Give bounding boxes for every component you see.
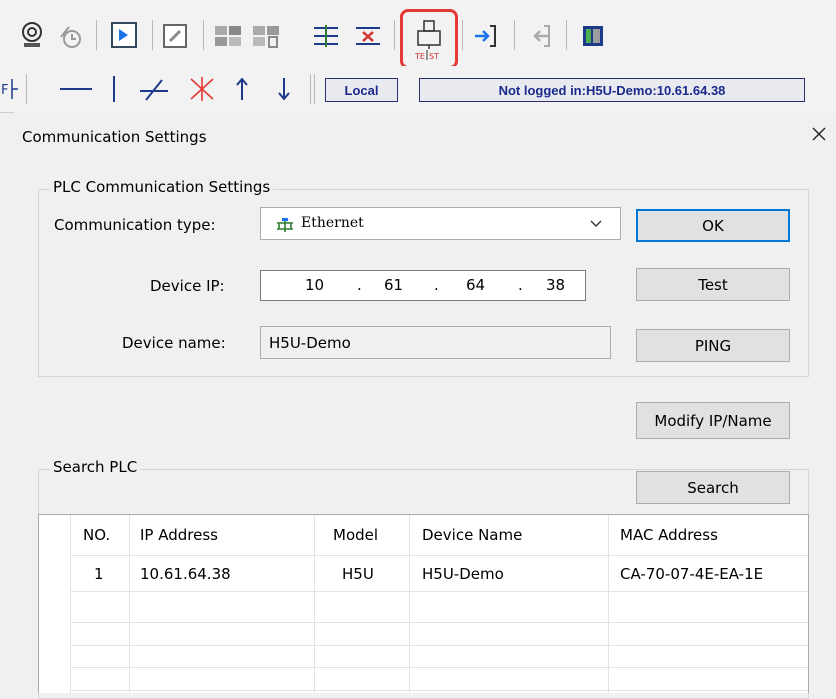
align-delete-icon[interactable] (352, 22, 384, 50)
main-toolbar: TE ST (0, 0, 836, 69)
dialog-title: Communication Settings (22, 128, 207, 146)
ip-dot: . (518, 276, 523, 294)
f-bracket-icon[interactable]: F (0, 74, 20, 104)
local-button[interactable]: Local (325, 78, 398, 102)
plc-settings-group-label: PLC Communication Settings (50, 178, 274, 196)
play-step-icon[interactable] (108, 20, 140, 50)
arrow-down-icon[interactable] (274, 74, 294, 104)
cross-delete-icon[interactable] (184, 74, 220, 104)
device-ip-label: Device IP: (150, 277, 225, 295)
cell-model: H5U (342, 565, 374, 583)
comm-type-select[interactable]: Ethernet (260, 207, 621, 240)
ip-dot: . (357, 276, 362, 294)
ip-octet-1: 10 (305, 276, 325, 294)
grid-delete-icon[interactable] (250, 22, 282, 50)
device-name-label: Device name: (122, 334, 226, 352)
cell-mac: CA-70-07-4E-EA-1E (620, 565, 764, 583)
comm-type-value: Ethernet (301, 215, 364, 231)
col-header-device-name[interactable]: Device Name (422, 526, 522, 544)
col-header-no[interactable]: NO. (83, 526, 110, 544)
horizontal-line-icon[interactable] (58, 76, 94, 102)
arrow-up-icon[interactable] (232, 74, 252, 104)
ip-octet-4: 38 (546, 276, 566, 294)
diagonal-line-icon[interactable] (136, 74, 172, 104)
upload-from-plc-icon[interactable] (524, 22, 554, 50)
ip-octet-2: 61 (384, 276, 404, 294)
align-icon[interactable] (310, 22, 342, 50)
plc-search-table: NO. IP Address Model Device Name MAC Add… (38, 514, 809, 693)
device-name-value: H5U-Demo (269, 334, 351, 352)
search-plc-group-label: Search PLC (50, 458, 141, 476)
test-button[interactable]: Test (636, 268, 790, 301)
ok-button[interactable]: OK (636, 209, 790, 242)
network-icon (277, 218, 293, 232)
edit-icon[interactable] (160, 22, 190, 50)
ip-octet-3: 64 (466, 276, 486, 294)
cell-device-name: H5U-Demo (422, 565, 504, 583)
chevron-down-icon (590, 220, 602, 227)
col-header-ip[interactable]: IP Address (140, 526, 218, 544)
download-to-plc-icon[interactable] (470, 22, 500, 50)
close-icon[interactable] (807, 122, 831, 146)
cell-ip: 10.61.64.38 (140, 565, 231, 583)
grid-compare-icon[interactable] (212, 22, 244, 50)
clock-icon[interactable] (56, 22, 84, 50)
device-name-field: H5U-Demo (260, 326, 611, 359)
svg-text:F: F (1, 83, 8, 98)
device-ip-field[interactable]: 10 . 61 . 64 . 38 (260, 270, 586, 301)
communication-settings-dialog: Communication Settings PLC Communication… (14, 112, 836, 699)
modify-ip-name-button[interactable]: Modify IP/Name (636, 402, 790, 439)
cell-no: 1 (94, 565, 104, 583)
comm-type-label: Communication type: (54, 216, 216, 234)
ping-button[interactable]: PING (636, 329, 790, 362)
monitor-icon[interactable] (18, 20, 46, 50)
col-header-mac[interactable]: MAC Address (620, 526, 718, 544)
ip-dot: . (434, 276, 439, 294)
vertical-line-icon[interactable] (106, 74, 122, 104)
test-highlight-frame (400, 9, 458, 69)
module-icon[interactable] (578, 22, 608, 50)
search-button[interactable]: Search (636, 471, 790, 504)
login-status: Not logged in:H5U-Demo:10.61.64.38 (419, 78, 805, 102)
col-header-model[interactable]: Model (333, 526, 378, 544)
